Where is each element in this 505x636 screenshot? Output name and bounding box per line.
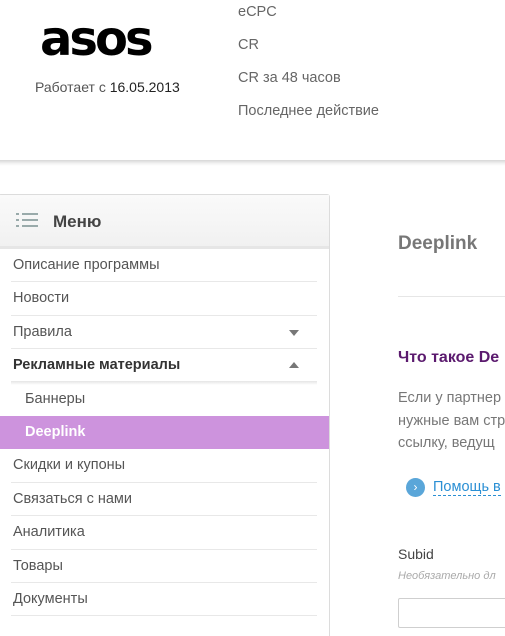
subid-label: Subid [398,546,434,562]
works-since-label: Работает с [35,79,106,95]
divider [398,296,505,297]
chevron-right-icon[interactable]: › [406,478,425,497]
sidebar-item-news[interactable]: Новости [0,282,329,316]
sidebar-item-deeplink[interactable]: Deeplink [0,415,329,450]
works-since: Работает с 16.05.2013 [35,79,180,95]
works-since-date: 16.05.2013 [109,79,180,95]
menu-header: Меню [0,195,329,249]
sidebar-item-banners[interactable]: Баннеры [0,383,329,416]
page: asos Работает с 16.05.2013 eCPC CR CR за… [0,0,505,636]
page-title: Deeplink [398,233,478,254]
sidebar-item-promo-materials[interactable]: Рекламные материалы [0,349,329,385]
sidebar-item-contact[interactable]: Связаться с нами [0,483,329,517]
stat-cr: CR [238,37,259,53]
sidebar-item-label: Связаться с нами [13,490,133,507]
chevron-down-icon[interactable] [289,329,299,336]
menu-title: Меню [53,212,102,231]
sidebar-item-products[interactable]: Товары [0,550,329,583]
description-line-2: нужные вам стр [398,413,505,429]
help-link[interactable]: Помощь в [433,479,501,496]
sidebar-item-coupons[interactable]: Скидки и купоны [0,449,329,483]
sidebar-menu: Меню Описание программы Новости Правила … [0,194,330,636]
sidebar-item-label: Документы [13,590,88,607]
sidebar-item-analytics[interactable]: Аналитика [0,516,329,550]
sidebar-item-label: Товары [13,557,63,574]
asos-logo[interactable]: asos [40,14,185,64]
sidebar-item-rules[interactable]: Правила [0,316,329,350]
header-shadow [0,160,505,166]
sidebar-item-documents[interactable]: Документы [0,583,329,617]
description-line-3: ссылку, ведущ [398,435,495,451]
sidebar-item-label: Рекламные материалы [13,357,181,374]
sidebar-item-description[interactable]: Описание программы [0,249,329,283]
menu-list: Описание программы Новости Правила Рекла… [0,249,329,617]
chevron-up-icon[interactable] [289,362,299,369]
sidebar-item-label: Deeplink [25,423,86,440]
stat-last-action: Последнее действие [238,103,379,119]
sidebar-item-label: Правила [13,323,72,340]
sidebar-item-label: Баннеры [25,390,86,407]
stat-ecpc: eCPC [238,4,277,20]
section-title: Что такое De [398,349,500,366]
sidebar-item-label: Описание программы [13,257,160,273]
hamburger-icon [16,213,38,231]
program-header: asos Работает с 16.05.2013 eCPC CR CR за… [0,0,505,162]
sidebar-item-label: Новости [13,290,70,307]
description-line-1: Если у партнер [398,390,502,406]
sidebar-item-label: Скидки и купоны [13,457,126,474]
stat-cr-48h: CR за 48 часов [238,70,341,86]
sidebar-item-label: Аналитика [13,524,85,541]
subid-input[interactable] [398,598,505,628]
subid-hint: Необязательно дл [398,570,496,582]
